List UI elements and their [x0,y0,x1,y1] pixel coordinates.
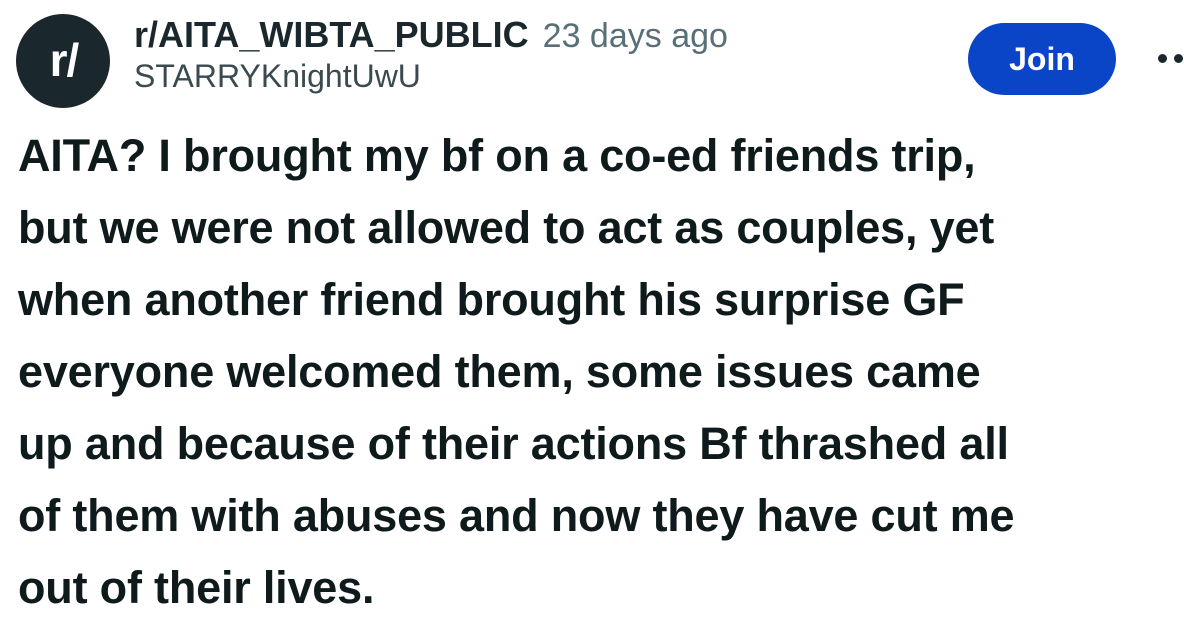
post-title-line: of them with abuses and now they have cu… [18,490,1015,541]
post-title-line: but we were not allowed to act as couple… [18,202,995,253]
post-timestamp: 23 days ago [542,17,728,55]
post-title-line: out of their lives. [18,562,375,613]
post-title-line: when another friend brought his surprise… [18,274,965,325]
subreddit-link[interactable]: r/AITA_WIBTA_PUBLIC [134,14,529,56]
subreddit-avatar-text: r/ [49,34,80,86]
post-title[interactable]: AITA? I brought my bf on a co-ed friends… [18,120,1184,618]
more-horizontal-icon[interactable] [1154,40,1184,80]
post-title-line: everyone welcomed them, some issues came [18,346,981,397]
overflow-dot [1158,54,1167,63]
post-meta: r/AITA_WIBTA_PUBLIC 23 days ago STARRYKn… [134,14,934,95]
post-title-line: AITA? I brought my bf on a co-ed friends… [18,130,976,181]
post-meta-row: r/AITA_WIBTA_PUBLIC 23 days ago [134,14,934,56]
author-username[interactable]: STARRYKnightUwU [134,58,934,95]
subreddit-avatar[interactable]: r/ [16,14,110,108]
post-title-line: up and because of their actions Bf thras… [18,418,1009,469]
overflow-dot [1174,54,1183,63]
join-button[interactable]: Join [968,23,1116,95]
